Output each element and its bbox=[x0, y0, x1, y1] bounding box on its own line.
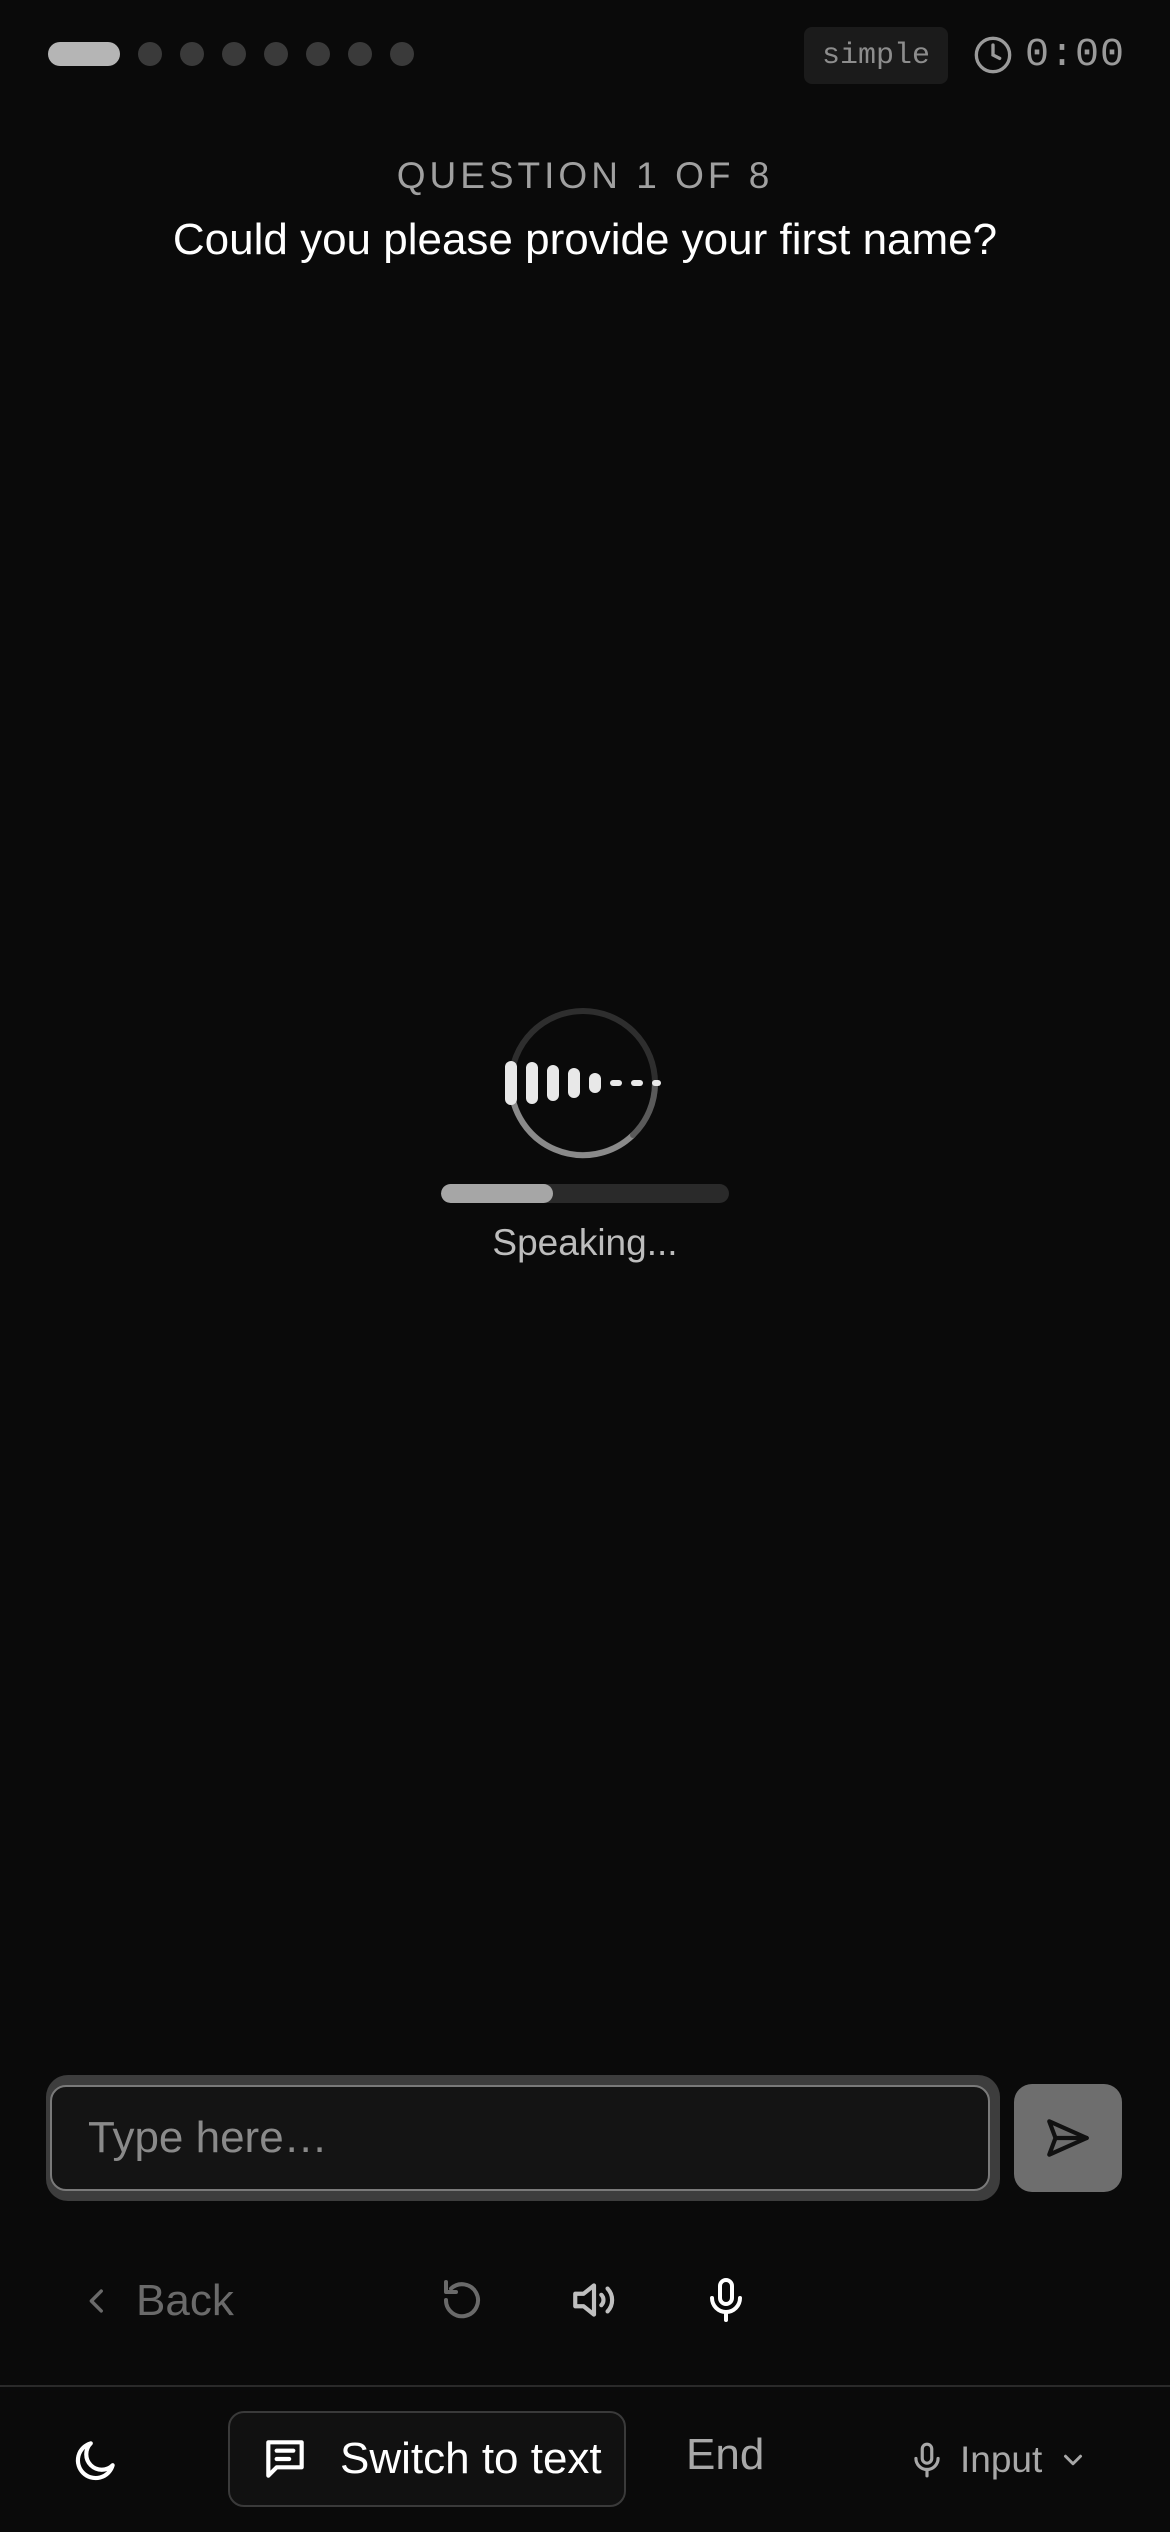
microphone-icon bbox=[914, 2442, 940, 2478]
progress-dot bbox=[222, 42, 246, 66]
question-text: Could you please provide your first name… bbox=[172, 215, 998, 264]
back-button[interactable]: Back bbox=[80, 2268, 234, 2334]
send-icon bbox=[1047, 2119, 1089, 2157]
chevron-left-icon bbox=[89, 2289, 103, 2313]
timer-value: 0:00 bbox=[1025, 32, 1126, 78]
back-label: Back bbox=[136, 2276, 234, 2325]
chevron-down-icon bbox=[1064, 2454, 1083, 2466]
progress-dot bbox=[348, 42, 372, 66]
progress-dot bbox=[390, 42, 414, 66]
progress-dot bbox=[264, 42, 288, 66]
speaking-status: Speaking... bbox=[492, 1222, 678, 1263]
text-answer-input[interactable] bbox=[50, 2085, 990, 2191]
replay-button[interactable] bbox=[432, 2270, 492, 2330]
question-counter: QUESTION 1 OF 8 bbox=[396, 155, 774, 196]
input-source-label: Input bbox=[960, 2439, 1043, 2480]
bottom-bar-divider bbox=[0, 2385, 1170, 2387]
volume-button[interactable] bbox=[564, 2270, 624, 2330]
microphone-button[interactable] bbox=[696, 2270, 756, 2330]
end-button[interactable]: End bbox=[686, 2430, 764, 2480]
clock-icon bbox=[974, 36, 1012, 74]
theme-toggle-button[interactable] bbox=[64, 2428, 128, 2492]
switch-to-text-button[interactable]: Switch to text bbox=[228, 2411, 626, 2507]
switch-to-text-label: Switch to text bbox=[340, 2434, 602, 2483]
replay-icon bbox=[443, 2280, 480, 2319]
question-progress bbox=[48, 41, 432, 67]
input-source-select[interactable]: Input bbox=[908, 2434, 1088, 2486]
voice-interview-screen: simple 0:00 QUESTION 1 OF 8 Could you pl… bbox=[0, 0, 1170, 2532]
moon-icon bbox=[75, 2441, 115, 2481]
waveform-icon bbox=[505, 1008, 661, 1159]
speaking-progress-fill bbox=[441, 1184, 554, 1203]
progress-dot bbox=[306, 42, 330, 66]
speaking-progress-bar bbox=[441, 1184, 729, 1203]
progress-dot bbox=[180, 42, 204, 66]
progress-dot bbox=[138, 42, 162, 66]
mode-badge: simple bbox=[804, 27, 948, 84]
timer: 0:00 bbox=[973, 30, 1125, 80]
message-icon bbox=[266, 2440, 304, 2478]
volume-icon bbox=[573, 2283, 615, 2317]
send-button[interactable] bbox=[1014, 2084, 1122, 2192]
progress-dot-current bbox=[48, 42, 120, 66]
microphone-icon bbox=[710, 2278, 742, 2322]
